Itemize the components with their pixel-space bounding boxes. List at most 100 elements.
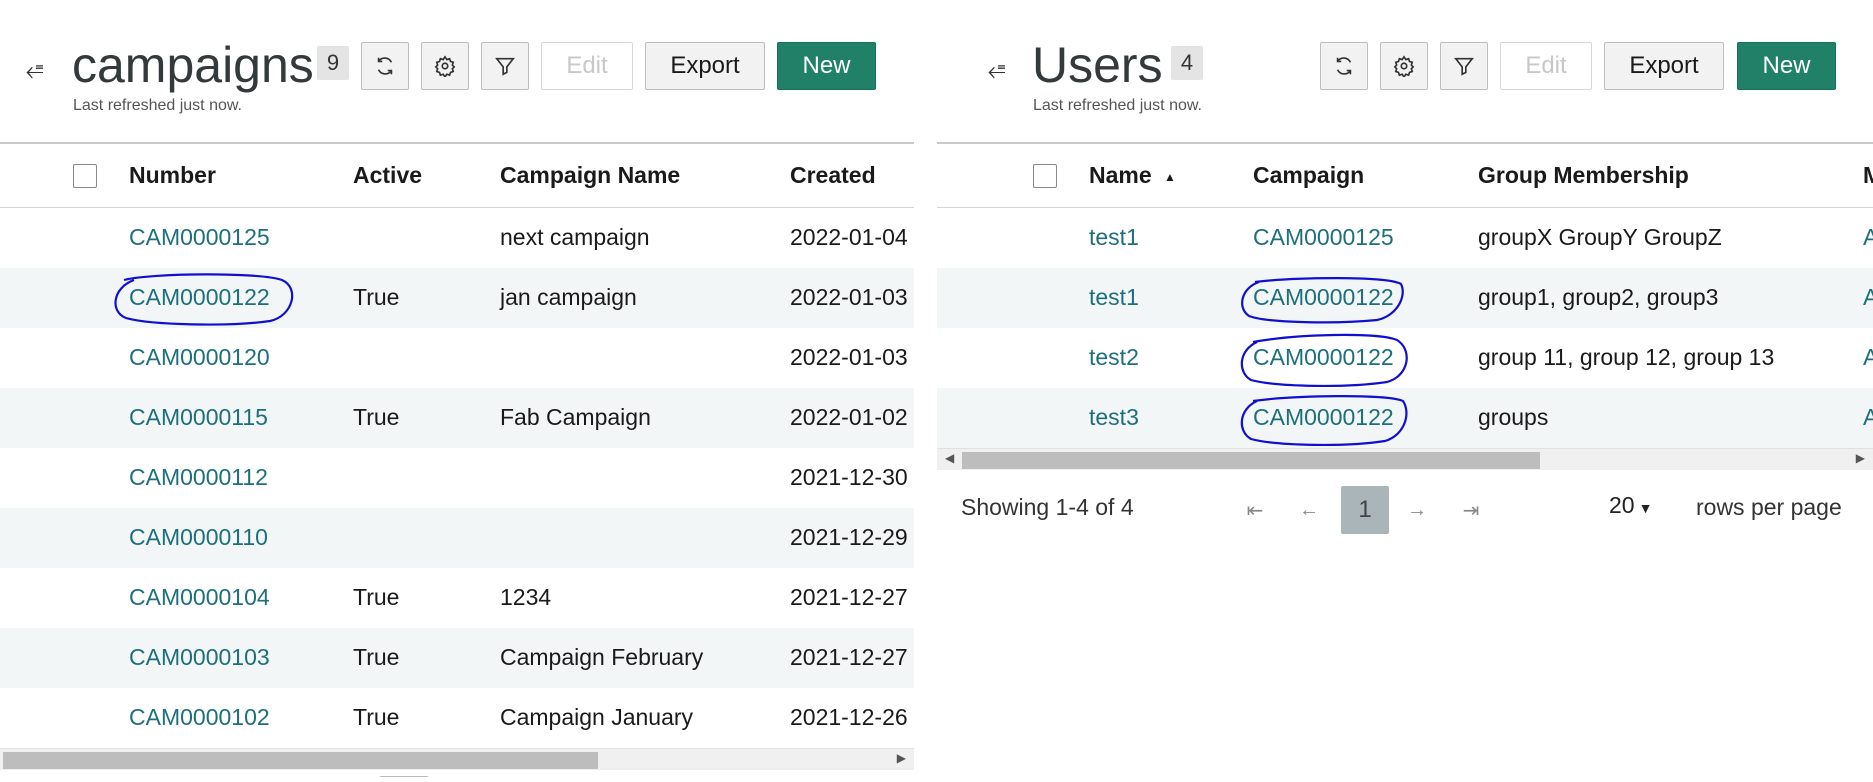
campaign-number-link[interactable]: CAM0000102	[129, 704, 270, 731]
refresh-icon	[1336, 57, 1352, 75]
group-membership-cell: groupX GroupY GroupZ	[1478, 224, 1722, 250]
table-row[interactable]: CAM0000104 True 1234 2021-12-27	[0, 568, 914, 628]
campaign-number-link[interactable]: CAM0000120	[129, 344, 270, 371]
column-header-number[interactable]: Number	[129, 162, 216, 189]
campaign-number-link[interactable]: CAM0000125	[129, 224, 270, 251]
last-page-button[interactable]: ⇥	[1449, 488, 1493, 532]
filter-button[interactable]	[481, 42, 529, 90]
campaign-number-link[interactable]: CAM0000110	[129, 524, 268, 551]
table-row[interactable]: CAM0000125 next campaign 2022-01-04	[0, 208, 914, 268]
edit-button[interactable]: Edit	[1500, 42, 1592, 90]
user-name-link[interactable]: test1	[1089, 284, 1139, 311]
next-page-button[interactable]: →	[1395, 488, 1439, 532]
select-all-checkbox[interactable]	[1033, 164, 1057, 188]
user-name-link[interactable]: test3	[1089, 404, 1139, 431]
table-row[interactable]: CAM0000110 2021-12-29	[0, 508, 914, 568]
pagination-bar: Showing 1-4 of 4 ⇤ ← 1 → ⇥ 20 ▼ rows per …	[937, 470, 1873, 540]
edit-button[interactable]: Edit	[541, 42, 633, 90]
current-page-button[interactable]: 1	[1341, 486, 1389, 534]
column-header-name-label: Name	[1089, 162, 1152, 188]
export-button[interactable]: Export	[1604, 42, 1724, 90]
column-header-created[interactable]: Created	[790, 162, 876, 189]
campaign-name-cell: Fab Campaign	[500, 404, 651, 430]
campaign-link[interactable]: CAM0000122	[1253, 404, 1394, 431]
rows-per-page-select[interactable]: 20 ▼	[1609, 492, 1652, 519]
prev-page-icon: ←	[1299, 498, 1319, 521]
created-cell: 2022-01-02	[790, 404, 908, 430]
created-cell: 2022-01-03	[790, 284, 908, 310]
users-header: ⭀ Users 4 Last refreshed just now. Edit …	[937, 0, 1873, 143]
campaign-number-link[interactable]: CAM0000104	[129, 584, 270, 611]
scrollbar-thumb[interactable]	[962, 452, 1540, 469]
truncated-link[interactable]: A	[1863, 344, 1873, 371]
table-row[interactable]: CAM0000102 True Campaign January 2021-12…	[0, 688, 914, 748]
truncated-link[interactable]: A	[1863, 404, 1873, 431]
refresh-button[interactable]	[1320, 42, 1368, 90]
column-header-name[interactable]: Name ▲	[1089, 162, 1176, 189]
table-row[interactable]: CAM0000115 True Fab Campaign 2022-01-02	[0, 388, 914, 448]
column-header-campaign-name[interactable]: Campaign Name	[500, 162, 680, 189]
column-header-group-membership[interactable]: Group Membership	[1478, 162, 1689, 189]
campaign-number-link[interactable]: CAM0000115	[129, 404, 268, 431]
settings-button[interactable]	[1380, 42, 1428, 90]
created-cell: 2021-12-27	[790, 584, 908, 610]
filter-button[interactable]	[1440, 42, 1488, 90]
table-row[interactable]: test3 CAM0000122 groups A	[937, 388, 1873, 448]
table-row[interactable]: test1 CAM0000125 groupX GroupY GroupZ A	[937, 208, 1873, 268]
active-cell: True	[353, 584, 400, 610]
table-row[interactable]: CAM0000122 True jan campaign 2022-01-03	[0, 268, 914, 328]
refresh-button[interactable]	[361, 42, 409, 90]
truncated-link[interactable]: A	[1863, 224, 1873, 251]
created-cell: 2021-12-27	[790, 644, 908, 670]
table-header: Name ▲ Campaign Group Membership M	[937, 144, 1873, 208]
table-row[interactable]: test2 CAM0000122 group 11, group 12, gro…	[937, 328, 1873, 388]
users-list-panel: ⭀ Users 4 Last refreshed just now. Edit …	[937, 0, 1873, 782]
user-name-link[interactable]: test1	[1089, 224, 1139, 251]
created-cell: 2021-12-26	[790, 704, 908, 730]
last-refreshed-text: Last refreshed just now.	[73, 97, 242, 114]
horizontal-scrollbar[interactable]: ◀ ▶	[937, 448, 1873, 470]
campaign-name-cell: 1234	[500, 584, 552, 610]
horizontal-scrollbar[interactable]: ▶	[0, 748, 914, 770]
record-count-badge: 9	[317, 46, 349, 80]
active-cell: True	[353, 284, 400, 310]
campaigns-list-panel: ⭀ campaigns 9 Last refreshed just now. E…	[0, 0, 914, 782]
settings-button[interactable]	[421, 42, 469, 90]
campaigns-header: ⭀ campaigns 9 Last refreshed just now. E…	[0, 0, 914, 143]
collapse-menu-icon[interactable]: ⭀	[988, 60, 1006, 82]
scroll-right-arrow-icon[interactable]: ▶	[1856, 451, 1865, 465]
table-row[interactable]: CAM0000112 2021-12-30	[0, 448, 914, 508]
prev-page-button[interactable]: ←	[1287, 488, 1331, 532]
last-refreshed-text: Last refreshed just now.	[1033, 97, 1202, 114]
table-row[interactable]: test1 CAM0000122 group1, group2, group3 …	[937, 268, 1873, 328]
select-all-checkbox[interactable]	[73, 164, 97, 188]
table-row[interactable]: CAM0000120 2022-01-03	[0, 328, 914, 388]
refresh-icon	[377, 57, 393, 75]
new-button[interactable]: New	[777, 42, 876, 90]
first-page-button[interactable]: ⇤	[1233, 488, 1277, 532]
column-header-campaign[interactable]: Campaign	[1253, 162, 1364, 189]
scroll-right-arrow-icon[interactable]: ▶	[897, 751, 906, 765]
campaign-link[interactable]: CAM0000122	[1253, 344, 1394, 371]
rows-per-page-label: rows per page	[1696, 494, 1842, 520]
group-membership-cell: groups	[1478, 404, 1549, 430]
created-cell: 2022-01-04	[790, 224, 908, 250]
campaign-link[interactable]: CAM0000125	[1253, 224, 1394, 251]
campaign-number-link[interactable]: CAM0000112	[129, 464, 268, 491]
truncated-link[interactable]: A	[1863, 284, 1873, 311]
export-button[interactable]: Export	[645, 42, 765, 90]
campaign-number-link[interactable]: CAM0000103	[129, 644, 270, 671]
new-button[interactable]: New	[1737, 42, 1836, 90]
table-row[interactable]: CAM0000103 True Campaign February 2021-1…	[0, 628, 914, 688]
campaign-number-link[interactable]: CAM0000122	[129, 284, 270, 311]
campaign-link[interactable]: CAM0000122	[1253, 284, 1394, 311]
column-header-active[interactable]: Active	[353, 162, 422, 189]
user-name-link[interactable]: test2	[1089, 344, 1139, 371]
campaign-name-cell: Campaign January	[500, 704, 694, 730]
pager-edge	[380, 776, 428, 782]
collapse-menu-icon[interactable]: ⭀	[26, 60, 44, 82]
scroll-left-arrow-icon[interactable]: ◀	[945, 451, 954, 465]
scrollbar-thumb[interactable]	[3, 752, 598, 769]
campaign-name-cell: jan campaign	[500, 284, 637, 310]
column-header-truncated[interactable]: M	[1863, 162, 1873, 189]
